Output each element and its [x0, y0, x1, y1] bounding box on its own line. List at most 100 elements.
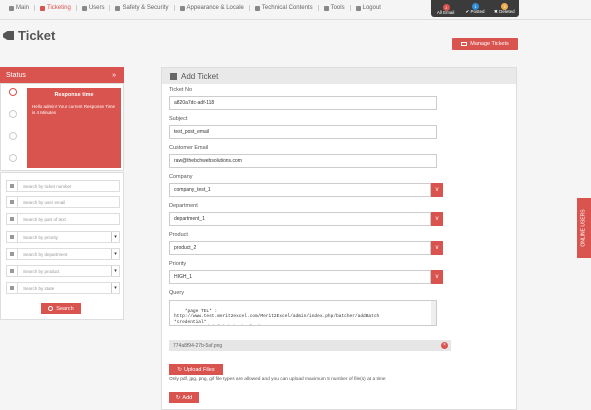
folder-icon [461, 42, 468, 46]
status-header[interactable]: Status » [0, 67, 124, 83]
product-label: Product [169, 232, 188, 238]
nav-item-label: Logout [362, 5, 381, 11]
collapse-icon[interactable]: » [112, 72, 116, 79]
nav-item-label: Users [88, 5, 105, 11]
wrench-icon [323, 5, 329, 11]
refresh-icon: ↻ [175, 394, 181, 401]
clock-icon[interactable] [9, 154, 17, 162]
gear-icon [9, 5, 14, 11]
search-button[interactable]: Search [41, 303, 81, 314]
power-icon [355, 5, 361, 11]
nav-items: Main Ticketing Users Safety & Security Appea… [4, 5, 386, 11]
chevron-down-icon[interactable]: ▾ [111, 266, 119, 276]
count-badge: 1 [471, 3, 479, 10]
nav-item-users[interactable]: Users [77, 5, 111, 11]
query-scrollbar[interactable] [431, 301, 436, 325]
remove-attachment-icon[interactable]: × [441, 342, 448, 349]
search-field[interactable]: Search by part of text [6, 213, 120, 225]
response-time-box: Response time Hello admin! Your current … [27, 88, 121, 168]
nav-item-safety-security[interactable]: Safety & Security [110, 5, 175, 11]
search-field[interactable]: Search by ticket number [6, 180, 120, 192]
search-panel: Search by state ▾ Search by product ▾ Search… [0, 172, 124, 320]
query-textarea[interactable]: *page TEL* : http://www.test.merit2excel… [169, 300, 437, 326]
nav-item-label: Safety & Security [122, 5, 169, 11]
nav-item-technical-contents[interactable]: Technical Contents [250, 5, 319, 11]
toolbox-item[interactable]: 1 ✔ Posted [462, 3, 488, 15]
eye-icon [7, 283, 18, 293]
email-label: Customer Email [169, 145, 209, 151]
search-field[interactable]: Search by user email [6, 196, 120, 208]
chevron-down-icon[interactable]: v [431, 241, 443, 255]
status-title: Status [6, 71, 26, 79]
toolbox-item[interactable]: 1 All Email [433, 4, 459, 15]
attachment-item: 774a8f94-27b-5af.png × [169, 340, 451, 351]
manage-tickets-button[interactable]: Manage Tickets [452, 38, 518, 50]
search-placeholder: Search by priority [23, 234, 59, 240]
thumbs-up-icon[interactable] [9, 88, 17, 96]
company-select[interactable]: company_test_1 v [169, 183, 443, 197]
online-users-tab[interactable]: ONLINE USERS [577, 198, 591, 258]
search-field[interactable]: Search by department ▾ [6, 248, 120, 260]
department-select[interactable]: department_1 v [169, 212, 443, 226]
add-ticket-panel: Add Ticket Ticket No a820a7dc-adf-118 Su… [161, 67, 517, 410]
nav-item-label: Appearance & Locale [186, 5, 244, 11]
nav-item-logout[interactable]: Logout [351, 5, 386, 11]
search-icon [48, 306, 54, 311]
file-icon [7, 181, 18, 191]
arrows-icon [7, 249, 18, 259]
toolbox-item[interactable]: 1 ✖ Deleted [491, 3, 517, 15]
list-icon [7, 232, 18, 242]
user-icon [7, 197, 18, 207]
upload-files-label: Upload Files [184, 366, 215, 373]
product-select[interactable]: product_2 v [169, 241, 443, 255]
response-time-text: Hello admin! Your current Response Time … [32, 104, 116, 115]
grid-icon [170, 72, 177, 80]
star-icon[interactable] [9, 110, 17, 118]
cloud-icon [254, 5, 260, 11]
nav-item-ticketing[interactable]: Ticketing [35, 5, 77, 11]
email-field[interactable]: raw@thebchwebsolutions.com [169, 154, 437, 168]
lock-icon [115, 5, 121, 11]
chevron-down-icon[interactable]: v [431, 212, 443, 226]
search-placeholder: Search by ticket number [23, 183, 72, 189]
nav-item-label: Tools [330, 5, 345, 11]
ticket-icon [40, 5, 46, 11]
attachment-name: 774a8f94-27b-5af.png [173, 342, 223, 349]
search-field[interactable]: Search by priority ▾ [6, 231, 120, 243]
users-icon [81, 5, 87, 11]
nav-item-label: Ticketing [47, 5, 71, 11]
nav-item-label: Technical Contents [261, 5, 313, 11]
search-field[interactable]: Search by product ▾ [6, 265, 120, 277]
query-text: *page TEL* : http://www.test.merit2excel… [174, 308, 380, 325]
subject-label: Subject [169, 116, 188, 122]
search-placeholder: Search by part of text [23, 216, 66, 222]
search-field[interactable]: Search by state ▾ [6, 282, 120, 294]
ticket-no-field[interactable]: a820a7dc-adf-118 [169, 96, 437, 110]
chevron-down-icon[interactable]: ▾ [111, 283, 119, 293]
priority-label: Priority [169, 261, 187, 267]
manage-tickets-label: Manage Tickets [470, 41, 509, 47]
nav-item-main[interactable]: Main [4, 5, 36, 11]
page-title-text: Ticket [18, 28, 56, 43]
chevron-down-icon[interactable]: v [431, 183, 443, 197]
nav-item-label: Main [16, 5, 30, 11]
company-label: Company [169, 174, 193, 180]
text-icon [7, 214, 18, 224]
add-ticket-header: Add Ticket [162, 68, 516, 84]
ticket-icon [3, 31, 14, 40]
status-body: Response time Hello admin! Your current … [0, 83, 124, 171]
top-nav: Main Ticketing Users Safety & Security Appea… [0, 0, 591, 20]
nav-item-tools[interactable]: Tools [319, 5, 351, 11]
subject-field[interactable]: test_post_email [169, 125, 437, 139]
search-placeholder: Search by product [23, 268, 60, 274]
chevron-down-icon[interactable]: v [431, 270, 443, 284]
chevron-down-icon[interactable]: ▾ [111, 232, 119, 242]
nav-item-appearance-locale[interactable]: Appearance & Locale [175, 5, 250, 11]
chevron-down-icon[interactable]: ▾ [111, 249, 119, 259]
page-title: Ticket [3, 28, 55, 43]
upload-files-button[interactable]: ↻ Upload Files [169, 364, 223, 375]
priority-select[interactable]: HIGH_1 v [169, 270, 443, 284]
search-button-label: Search [56, 305, 74, 312]
refresh-icon[interactable] [9, 132, 17, 140]
add-button[interactable]: ↻ Add [169, 392, 199, 403]
